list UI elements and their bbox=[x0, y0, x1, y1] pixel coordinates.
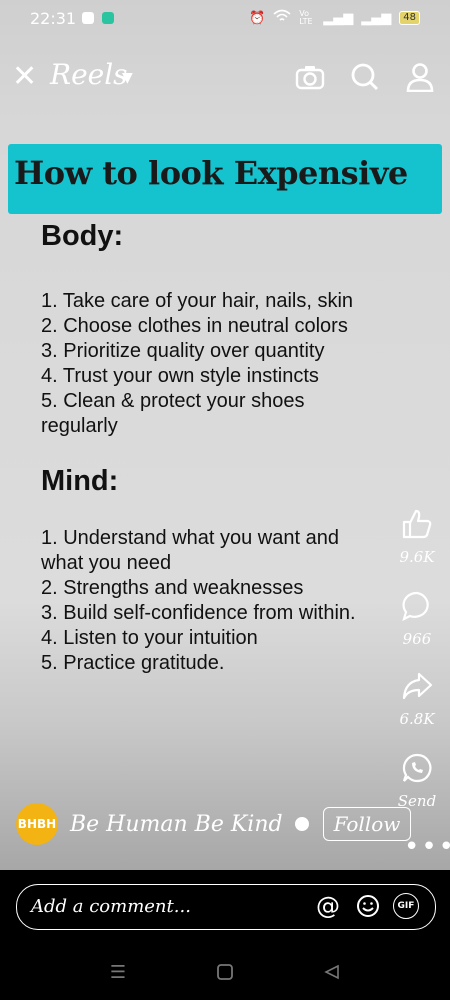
reel-viewer[interactable]: 22:31 ⏰ Vo LTE ▂▄▆ ▂▄▆ 48 ✕ Reels ▼ How bbox=[0, 0, 450, 870]
headline-text: How to look Expensive bbox=[14, 154, 408, 192]
mind-item: 2. Strengths and weaknesses bbox=[41, 577, 304, 599]
body-heading: Body: bbox=[41, 220, 124, 252]
mind-item: 4. Listen to your intuition bbox=[41, 627, 258, 649]
body-item: regularly bbox=[41, 415, 118, 437]
headline-banner: How to look Expensive bbox=[8, 144, 442, 214]
mind-item: 5. Practice gratitude. bbox=[41, 652, 225, 674]
author-name[interactable]: Be Human Be Kind bbox=[70, 812, 283, 837]
comment-bar[interactable]: Add a comment... @ GIF bbox=[16, 884, 436, 930]
battery-icon: 48 bbox=[399, 11, 420, 25]
body-item: 3. Prioritize quality over quantity bbox=[41, 340, 325, 362]
status-bar: 22:31 ⏰ Vo LTE ▂▄▆ ▂▄▆ 48 bbox=[0, 0, 450, 36]
author-row: BHBH Be Human Be Kind Follow bbox=[16, 802, 412, 846]
wifi-icon bbox=[273, 9, 291, 27]
alarm-icon: ⏰ bbox=[249, 10, 266, 26]
reels-title[interactable]: Reels bbox=[50, 58, 128, 91]
chevron-down-icon[interactable]: ▼ bbox=[122, 70, 133, 86]
more-options-icon[interactable]: ••• bbox=[404, 832, 450, 862]
comment-count: 966 bbox=[402, 630, 432, 648]
share-count: 6.8K bbox=[399, 710, 435, 728]
body-item: 1. Take care of your hair, nails, skin bbox=[41, 290, 354, 312]
body-item: 5. Clean & protect your shoes bbox=[41, 390, 305, 412]
share-icon[interactable] bbox=[401, 672, 433, 706]
mention-icon[interactable]: @ bbox=[315, 892, 341, 920]
mind-item: 3. Build self-confidence from within. bbox=[41, 602, 356, 624]
comment-input[interactable]: Add a comment... bbox=[31, 896, 191, 917]
camera-icon[interactable] bbox=[293, 60, 327, 94]
thumbs-up-icon[interactable] bbox=[401, 509, 433, 544]
search-icon[interactable] bbox=[348, 60, 382, 94]
home-icon[interactable] bbox=[210, 960, 240, 984]
comment-icon[interactable] bbox=[401, 591, 433, 626]
mind-item: 1. Understand what you want and bbox=[41, 527, 339, 549]
like-count: 9.6K bbox=[399, 548, 435, 566]
reels-header: ✕ Reels ▼ bbox=[0, 52, 450, 112]
status-time: 22:31 bbox=[30, 9, 77, 28]
profile-icon[interactable] bbox=[403, 60, 437, 94]
mind-item: what you need bbox=[41, 552, 172, 574]
recents-icon[interactable]: ☰ bbox=[103, 960, 133, 984]
close-icon[interactable]: ✕ bbox=[12, 62, 37, 92]
body-item: 4. Trust your own style instincts bbox=[41, 365, 319, 387]
system-nav-bar: ☰ bbox=[0, 950, 450, 1000]
signal-icon: ▂▄▆ bbox=[323, 10, 354, 26]
body-item: 2. Choose clothes in neutral colors bbox=[41, 315, 348, 337]
back-icon[interactable] bbox=[317, 960, 347, 984]
app-notification-icon bbox=[102, 12, 114, 24]
post-content: Body: 1. Take care of your hair, nails, … bbox=[41, 220, 406, 676]
gif-label: GIF bbox=[393, 893, 419, 919]
comment-action[interactable]: 966 bbox=[393, 590, 441, 648]
emoji-icon[interactable] bbox=[355, 893, 381, 919]
share-action[interactable]: 6.8K bbox=[393, 670, 441, 728]
like-action[interactable]: 9.6K bbox=[393, 508, 441, 566]
ghost-icon bbox=[82, 12, 94, 24]
signal-icon-2: ▂▄▆ bbox=[361, 10, 392, 26]
mind-heading: Mind: bbox=[41, 465, 119, 497]
volte-label: Vo LTE bbox=[299, 9, 313, 26]
globe-icon bbox=[294, 817, 309, 831]
follow-button[interactable]: Follow bbox=[322, 807, 412, 841]
gif-icon[interactable]: GIF bbox=[393, 893, 419, 919]
avatar[interactable]: BHBH bbox=[16, 803, 58, 845]
whatsapp-icon[interactable] bbox=[401, 753, 433, 788]
